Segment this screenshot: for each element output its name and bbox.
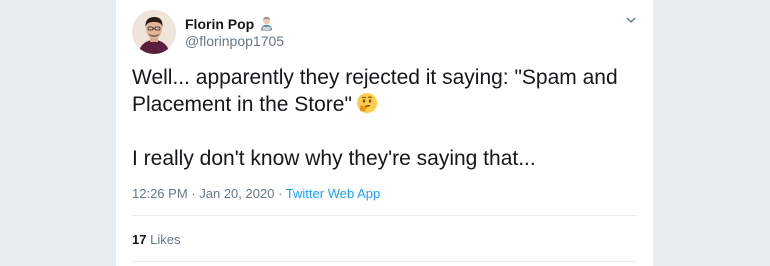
tweet-card: Florin Pop @florinpop1705 Well... appare… [115, 0, 654, 266]
likes-count: 17 [132, 232, 147, 247]
technologist-emoji-icon [261, 16, 273, 32]
chevron-down-icon[interactable] [625, 14, 637, 26]
divider [132, 261, 637, 262]
meta-separator: · [191, 186, 196, 201]
divider [132, 215, 637, 216]
thinking-face-emoji-icon [356, 93, 377, 113]
author-handle[interactable]: @florinpop1705 [185, 33, 284, 49]
likes-stat[interactable]: 17 Likes [132, 232, 180, 247]
tweet-paragraph-1: Well... apparently they rejected it sayi… [132, 64, 637, 118]
likes-label: Likes [150, 232, 181, 247]
tweet-text: Well... apparently they rejected it sayi… [132, 64, 637, 172]
author-display-name[interactable]: Florin Pop [185, 16, 254, 32]
meta-separator: · [278, 186, 283, 201]
author-name-row[interactable]: Florin Pop [185, 15, 275, 32]
avatar[interactable] [132, 10, 176, 54]
avatar-photo [132, 10, 176, 54]
tweet-paragraph-2: I really don't know why they're saying t… [132, 147, 536, 170]
tweet-meta: 12:26 PM · Jan 20, 2020 · Twitter Web Ap… [132, 186, 380, 201]
tweet-date[interactable]: Jan 20, 2020 [199, 186, 274, 201]
tweet-source-link[interactable]: Twitter Web App [286, 186, 380, 201]
tweet-time[interactable]: 12:26 PM [132, 186, 188, 201]
